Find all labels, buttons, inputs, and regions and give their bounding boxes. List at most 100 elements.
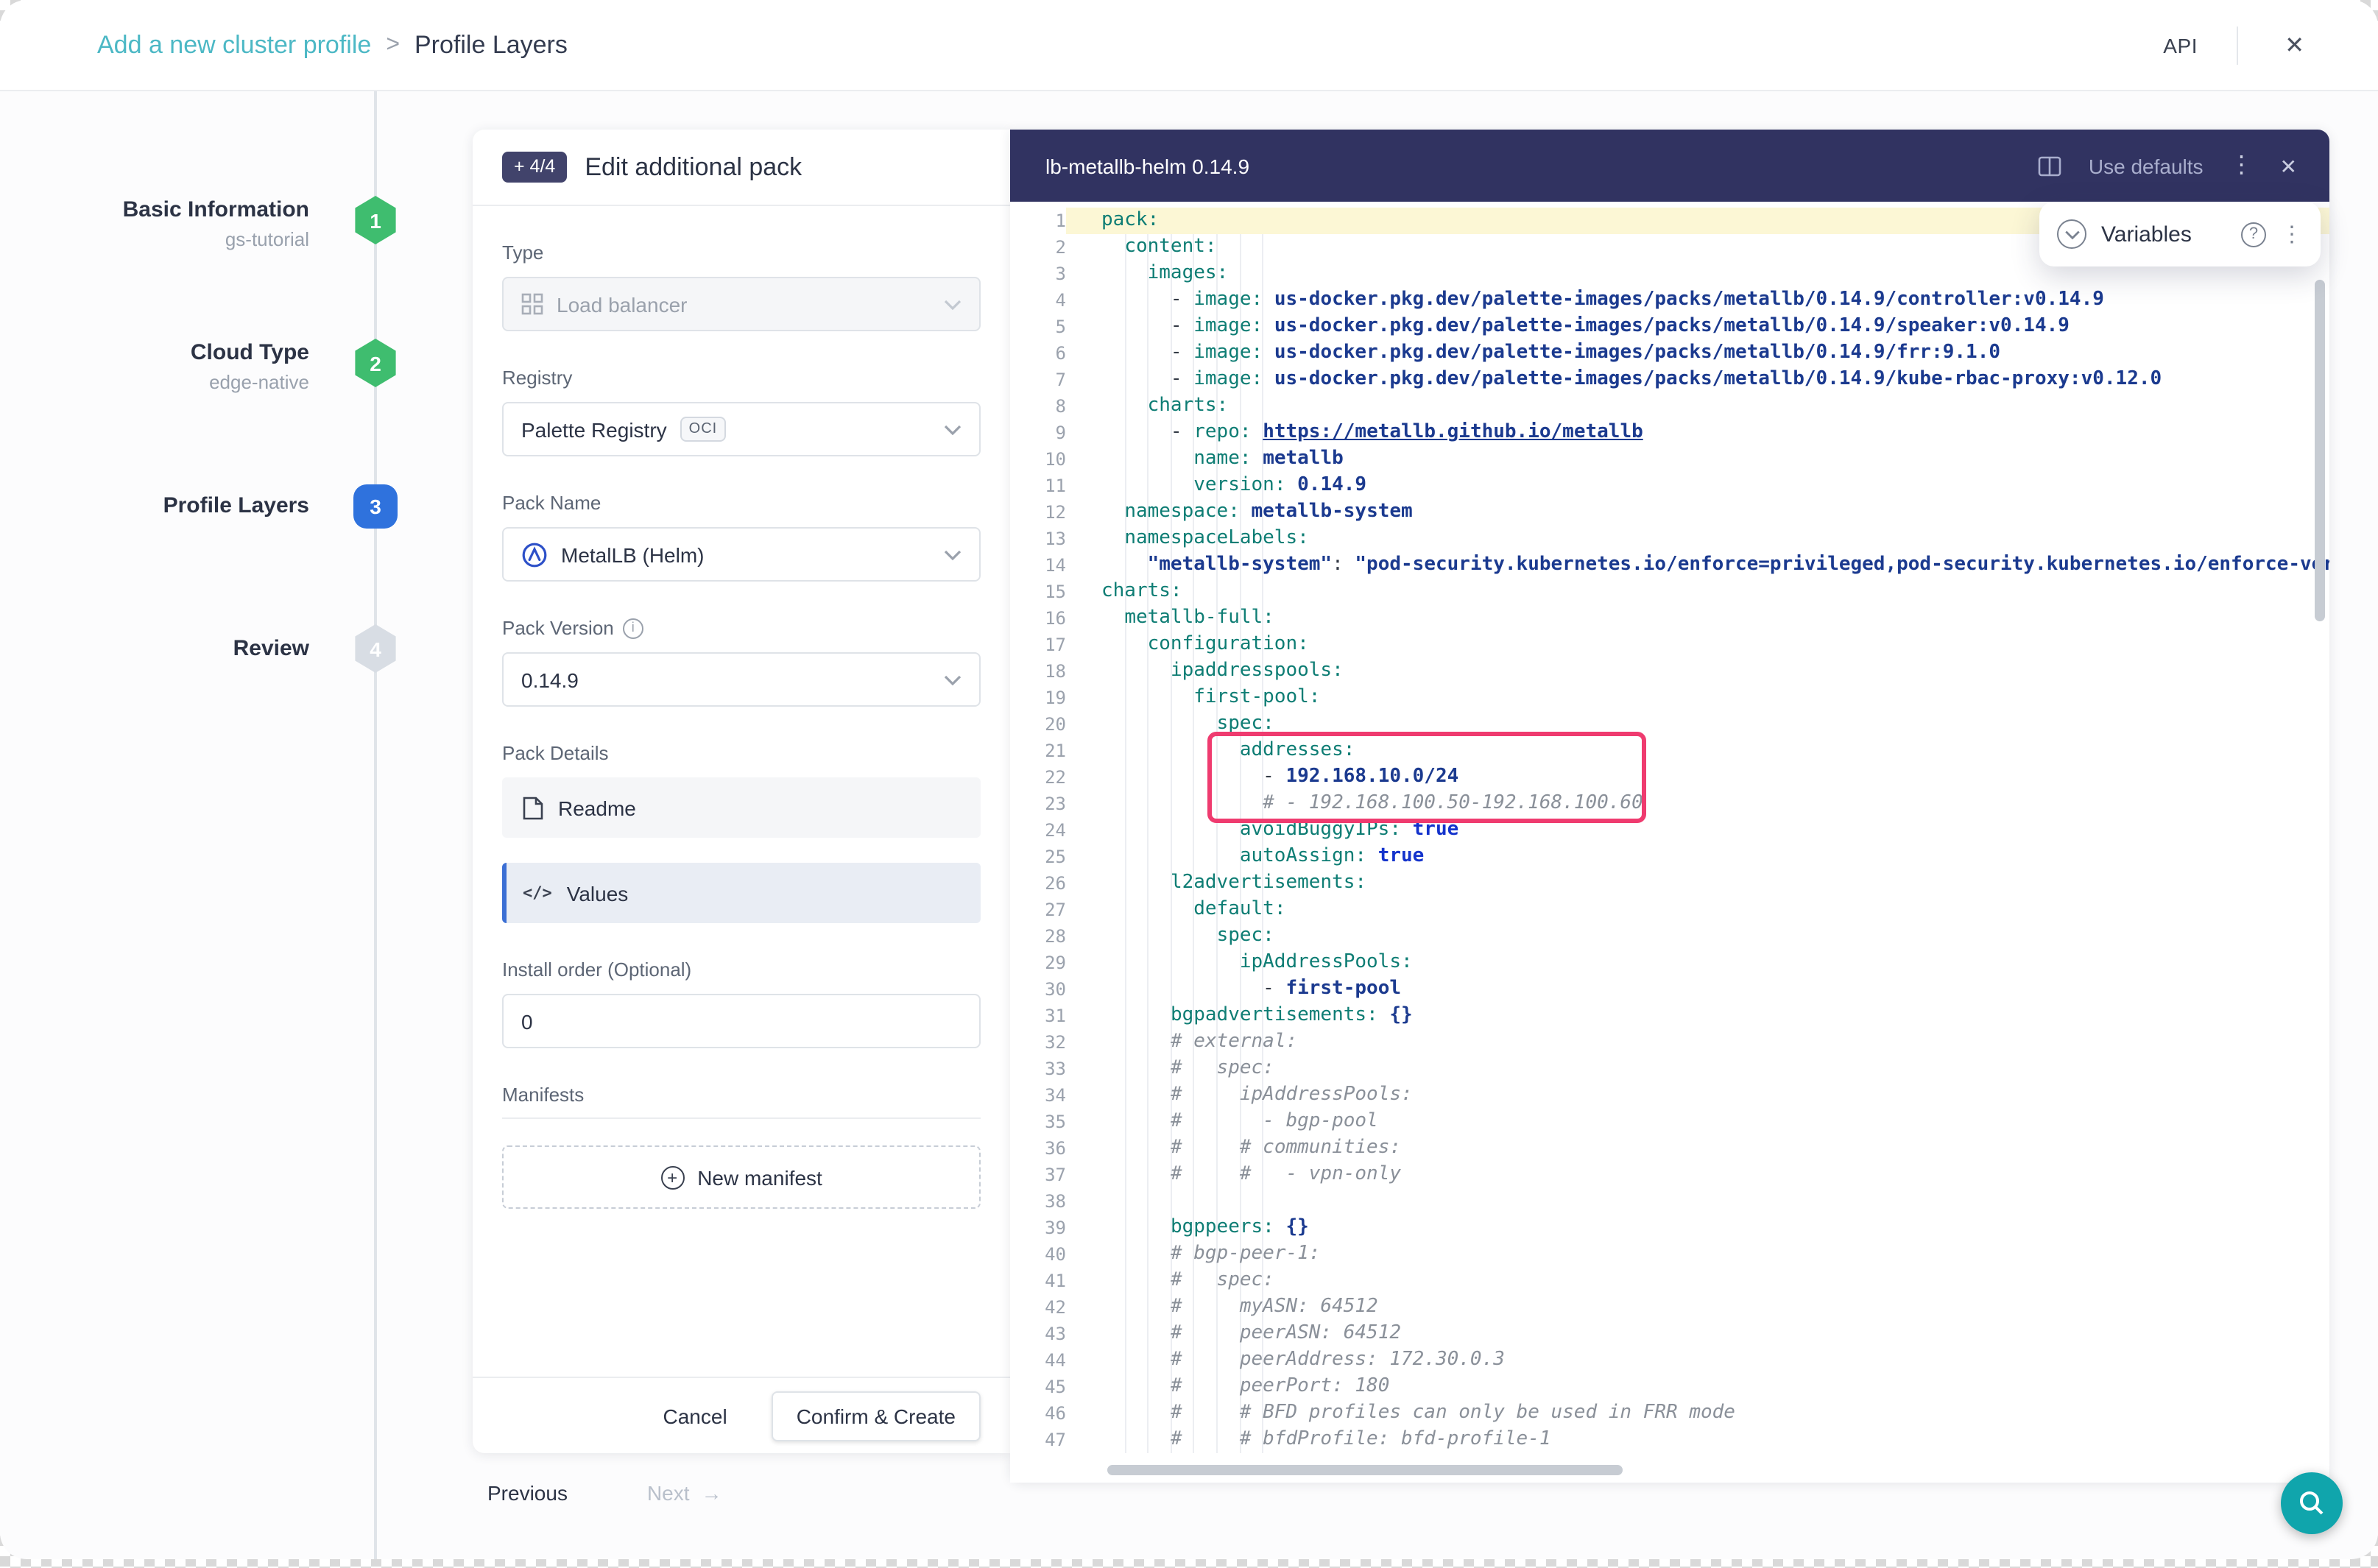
info-icon[interactable]: i xyxy=(623,618,643,638)
code-line[interactable]: 27 default: xyxy=(1010,897,2329,923)
pack-version-select[interactable]: 0.14.9 xyxy=(502,652,981,707)
line-number: 7 xyxy=(1010,367,1066,393)
line-number: 46 xyxy=(1010,1400,1066,1427)
code-lines: 1pack:2 content:3 images:4 - image: us-d… xyxy=(1010,208,2329,1453)
type-select[interactable]: Load balancer xyxy=(502,277,981,331)
code-line[interactable]: 36 # # communities: xyxy=(1010,1135,2329,1162)
code-line[interactable]: 21 addresses: xyxy=(1010,738,2329,764)
use-defaults-button[interactable]: Use defaults xyxy=(2089,154,2204,177)
code-line[interactable]: 13 namespaceLabels: xyxy=(1010,526,2329,552)
step-badge[interactable]: 1 xyxy=(353,196,398,244)
kebab-menu-icon[interactable]: ⋮ xyxy=(2230,154,2254,177)
code-line[interactable]: 35 # - bgp-pool xyxy=(1010,1109,2329,1135)
code-line[interactable]: 26 l2advertisements: xyxy=(1010,870,2329,897)
code-line[interactable]: 30 - first-pool xyxy=(1010,976,2329,1003)
code-line[interactable]: 5 - image: us-docker.pkg.dev/palette-ima… xyxy=(1010,314,2329,340)
previous-button[interactable]: Previous xyxy=(473,1472,582,1514)
chevron-down-icon[interactable] xyxy=(2057,219,2086,249)
code-line[interactable]: 19 first-pool: xyxy=(1010,685,2329,711)
code-line[interactable]: 33 # spec: xyxy=(1010,1056,2329,1082)
line-number: 18 xyxy=(1010,658,1066,685)
line-number: 37 xyxy=(1010,1162,1066,1188)
horizontal-scrollbar[interactable] xyxy=(1107,1465,1623,1475)
step-badge[interactable]: 2 xyxy=(353,339,398,387)
code-line[interactable]: 16 metallb-full: xyxy=(1010,605,2329,632)
code-line[interactable]: 15charts: xyxy=(1010,579,2329,605)
step-label: Review xyxy=(0,636,309,661)
readme-tab[interactable]: Readme xyxy=(502,777,981,838)
oci-badge: OCI xyxy=(680,417,727,442)
code-line[interactable]: 46 # # BFD profiles can only be used in … xyxy=(1010,1400,2329,1427)
code-line[interactable]: 12 namespace: metallb-system xyxy=(1010,499,2329,526)
vertical-scrollbar[interactable] xyxy=(2315,280,2325,621)
split-view-icon[interactable] xyxy=(2039,155,2062,176)
code-line[interactable]: 42 # myASN: 64512 xyxy=(1010,1294,2329,1321)
code-line[interactable]: 4 - image: us-docker.pkg.dev/palette-ima… xyxy=(1010,287,2329,314)
code-line[interactable]: 14 "metallb-system": "pod-security.kuber… xyxy=(1010,552,2329,579)
code-line[interactable]: 25 autoAssign: true xyxy=(1010,844,2329,870)
type-value: Load balancer xyxy=(557,292,688,316)
new-manifest-button[interactable]: + New manifest xyxy=(502,1145,981,1209)
search-fab-button[interactable] xyxy=(2281,1472,2343,1534)
code-line[interactable]: 37 # # - vpn-only xyxy=(1010,1162,2329,1188)
values-tab[interactable]: </> Values xyxy=(502,863,981,923)
panel-title: Edit additional pack xyxy=(585,152,802,182)
code-line[interactable]: 29 ipAddressPools: xyxy=(1010,950,2329,976)
code-line[interactable]: 8 charts: xyxy=(1010,393,2329,420)
code-line[interactable]: 45 # peerPort: 180 xyxy=(1010,1374,2329,1400)
breadcrumb-root[interactable]: Add a new cluster profile xyxy=(97,30,371,60)
code-line[interactable]: 40 # bgp-peer-1: xyxy=(1010,1241,2329,1268)
code-line[interactable]: 47 # # bfdProfile: bfd-profile-1 xyxy=(1010,1427,2329,1453)
chevron-down-icon xyxy=(944,423,962,435)
code-line[interactable]: 10 name: metallb xyxy=(1010,446,2329,473)
code-line[interactable]: 18 ipaddresspools: xyxy=(1010,658,2329,685)
code-line[interactable]: 20 spec: xyxy=(1010,711,2329,738)
help-icon[interactable]: ? xyxy=(2241,222,2266,247)
code-line[interactable]: 43 # peerASN: 64512 xyxy=(1010,1321,2329,1347)
header-divider xyxy=(2236,26,2237,64)
code-line[interactable]: 17 configuration: xyxy=(1010,632,2329,658)
chevron-down-icon xyxy=(944,298,962,310)
confirm-create-button[interactable]: Confirm & Create xyxy=(772,1391,981,1441)
line-number: 1 xyxy=(1010,208,1066,234)
code-line[interactable]: 7 - image: us-docker.pkg.dev/palette-ima… xyxy=(1010,367,2329,393)
install-order-input[interactable] xyxy=(502,994,981,1048)
code-line[interactable]: 22 - 192.168.10.0/24 xyxy=(1010,764,2329,791)
code-line[interactable]: 11 version: 0.14.9 xyxy=(1010,473,2329,499)
code-line[interactable]: 44 # peerAddress: 172.30.0.3 xyxy=(1010,1347,2329,1374)
line-number: 43 xyxy=(1010,1321,1066,1347)
cancel-button[interactable]: Cancel xyxy=(655,1402,736,1429)
pack-name-select[interactable]: MetalLB (Helm) xyxy=(502,527,981,582)
close-icon[interactable]: ✕ xyxy=(2276,27,2313,63)
api-link[interactable]: API xyxy=(2163,33,2198,57)
code-line[interactable]: 34 # ipAddressPools: xyxy=(1010,1082,2329,1109)
step-badge[interactable]: 4 xyxy=(353,624,398,673)
code-line[interactable]: 23 # - 192.168.100.50-192.168.100.60 xyxy=(1010,791,2329,817)
new-manifest-label: New manifest xyxy=(697,1165,822,1189)
line-number: 39 xyxy=(1010,1215,1066,1241)
code-line[interactable]: 41 # spec: xyxy=(1010,1268,2329,1294)
code-editor[interactable]: 1pack:2 content:3 images:4 - image: us-d… xyxy=(1010,202,2329,1483)
pack-details-label: Pack Details xyxy=(502,742,981,764)
code-line[interactable]: 6 - image: us-docker.pkg.dev/palette-ima… xyxy=(1010,340,2329,367)
code-line[interactable]: 38 xyxy=(1010,1188,2329,1215)
line-number: 36 xyxy=(1010,1135,1066,1162)
line-number: 15 xyxy=(1010,579,1066,605)
code-line[interactable]: 39 bgppeers: {} xyxy=(1010,1215,2329,1241)
line-number: 12 xyxy=(1010,499,1066,526)
pack-version-value: 0.14.9 xyxy=(521,668,579,691)
line-number: 41 xyxy=(1010,1268,1066,1294)
code-line[interactable]: 24 avoidBuggyIPs: true xyxy=(1010,817,2329,844)
editor-close-icon[interactable]: ✕ xyxy=(2280,155,2297,176)
pack-name-label: Pack Name xyxy=(502,492,981,514)
code-line[interactable]: 9 - repo: https://metallb.github.io/meta… xyxy=(1010,420,2329,446)
kebab-menu-icon[interactable]: ⋮ xyxy=(2281,221,2303,247)
line-number: 22 xyxy=(1010,764,1066,791)
line-number: 9 xyxy=(1010,420,1066,446)
registry-select[interactable]: Palette Registry OCI xyxy=(502,402,981,456)
code-line[interactable]: 31 bgpadvertisements: {} xyxy=(1010,1003,2329,1029)
code-line[interactable]: 28 spec: xyxy=(1010,923,2329,950)
code-line[interactable]: 32 # external: xyxy=(1010,1029,2329,1056)
step-badge-current[interactable]: 3 xyxy=(353,484,398,529)
line-number: 6 xyxy=(1010,340,1066,367)
